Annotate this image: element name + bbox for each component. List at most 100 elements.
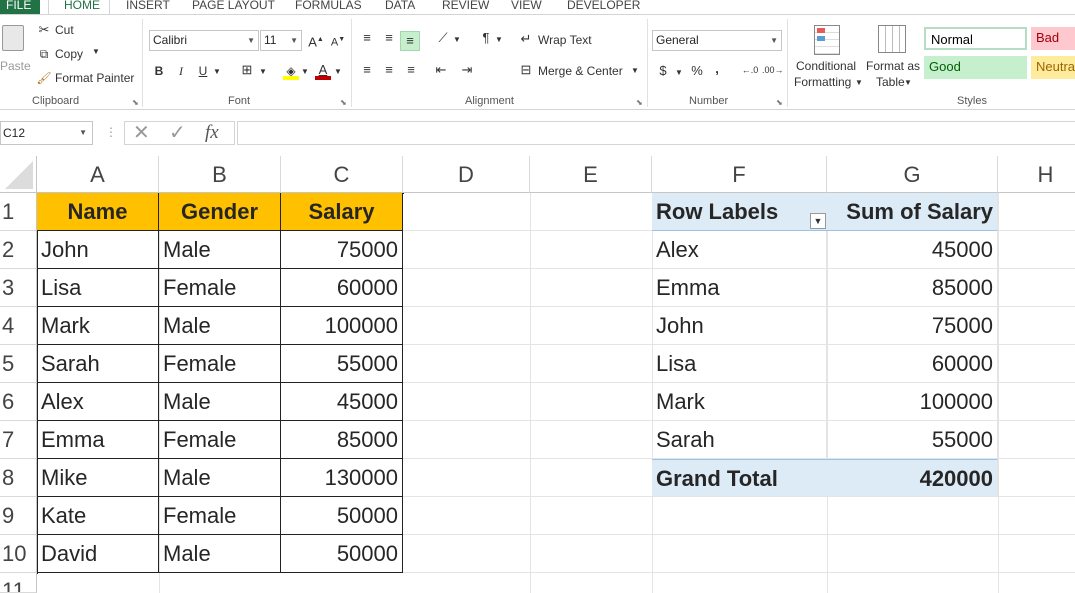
wrap-text-button[interactable]: ↵ Wrap Text <box>517 30 597 50</box>
style-good[interactable]: Good <box>924 56 1027 79</box>
chevron-down-icon[interactable]: ▼ <box>258 63 268 81</box>
merge-center-button[interactable]: ⊟ Merge & Center ▼ <box>517 61 641 81</box>
row-header-5[interactable]: 5 <box>0 345 37 383</box>
style-bad[interactable]: Bad <box>1031 27 1075 50</box>
table-cell[interactable]: 75000 <box>281 231 403 269</box>
tab-formulas[interactable]: FORMULAS <box>295 0 362 14</box>
table-cell[interactable]: 130000 <box>281 459 403 497</box>
underline-button[interactable]: U <box>196 62 210 80</box>
filter-dropdown-icon[interactable]: ▼ <box>810 213 826 229</box>
formula-input[interactable] <box>237 121 1075 145</box>
pivot-row-label[interactable]: John <box>652 307 827 345</box>
column-header-a[interactable]: A <box>37 156 159 193</box>
table-cell[interactable]: John <box>37 231 159 269</box>
tab-data[interactable]: DATA <box>385 0 415 14</box>
table-cell[interactable]: Mike <box>37 459 159 497</box>
column-header-h[interactable]: H <box>998 156 1075 193</box>
pivot-grand-total-label[interactable]: Grand Total <box>652 459 827 497</box>
row-header-9[interactable]: 9 <box>0 497 37 535</box>
table-cell[interactable]: Kate <box>37 497 159 535</box>
tab-file[interactable]: FILE <box>0 0 40 14</box>
format-as-table-button[interactable]: Format as Table ▼ <box>864 21 920 93</box>
row-header-7[interactable]: 7 <box>0 421 37 459</box>
chevron-down-icon[interactable]: ▼ <box>494 31 504 49</box>
align-top-icon[interactable]: ≡ <box>358 29 376 47</box>
pivot-header-row-labels[interactable]: Row Labels <box>652 193 827 231</box>
font-launcher-icon[interactable]: ⬊ <box>340 98 347 107</box>
table-cell[interactable]: Male <box>159 459 281 497</box>
cut-button[interactable]: ✂ Cut <box>36 21 96 39</box>
pivot-row-label[interactable]: Sarah <box>652 421 827 459</box>
pivot-row-value[interactable]: 85000 <box>827 269 998 307</box>
increase-decimal-icon[interactable]: ←.0 <box>740 61 760 79</box>
table-cell[interactable]: Alex <box>37 383 159 421</box>
table-cell[interactable]: Emma <box>37 421 159 459</box>
row-header-2[interactable]: 2 <box>0 231 37 269</box>
row-header-11[interactable]: 11 <box>0 573 37 593</box>
tab-developer[interactable]: DEVELOPER <box>567 0 640 14</box>
pivot-row-label[interactable]: Emma <box>652 269 827 307</box>
currency-icon[interactable]: $ <box>656 62 670 80</box>
row-header-8[interactable]: 8 <box>0 459 37 497</box>
align-bottom-icon[interactable]: ≡ <box>400 31 420 51</box>
table-cell[interactable]: Male <box>159 307 281 345</box>
column-header-f[interactable]: F <box>652 156 827 193</box>
table-header-gender[interactable]: Gender <box>159 193 281 231</box>
increase-indent-icon[interactable]: ⇥ <box>458 61 476 79</box>
copy-button[interactable]: ⧉ Copy ▼ <box>36 45 106 63</box>
row-header-4[interactable]: 4 <box>0 307 37 345</box>
table-cell[interactable]: 85000 <box>281 421 403 459</box>
increase-font-icon[interactable]: A▲ <box>308 31 324 51</box>
pivot-grand-total-value[interactable]: 420000 <box>827 459 998 497</box>
select-all-button[interactable] <box>0 156 37 193</box>
name-box[interactable]: C12 ▼ <box>0 121 93 145</box>
bold-button[interactable]: B <box>152 62 166 80</box>
fill-color-icon[interactable]: ◈ <box>283 62 299 80</box>
italic-button[interactable]: I <box>174 62 188 80</box>
table-cell[interactable]: 100000 <box>281 307 403 345</box>
format-painter-button[interactable]: 🖌 Format Painter <box>36 69 136 87</box>
chevron-down-icon[interactable]: ▼ <box>212 63 222 81</box>
column-header-g[interactable]: G <box>827 156 998 193</box>
pivot-row-label[interactable]: Mark <box>652 383 827 421</box>
align-left-icon[interactable]: ≡ <box>358 61 376 79</box>
column-header-c[interactable]: C <box>281 156 403 193</box>
table-header-name[interactable]: Name <box>37 193 159 231</box>
tab-review[interactable]: REVIEW <box>442 0 489 14</box>
pivot-row-label[interactable]: Alex <box>652 231 827 269</box>
table-cell[interactable]: Sarah <box>37 345 159 383</box>
table-cell[interactable]: Mark <box>37 307 159 345</box>
chevron-down-icon[interactable]: ▼ <box>674 64 684 82</box>
pivot-row-value[interactable]: 45000 <box>827 231 998 269</box>
chevron-down-icon[interactable]: ▼ <box>300 63 310 81</box>
table-cell[interactable]: 55000 <box>281 345 403 383</box>
table-cell[interactable]: 50000 <box>281 535 403 573</box>
table-cell[interactable]: Lisa <box>37 269 159 307</box>
table-cell[interactable]: Male <box>159 383 281 421</box>
text-direction-icon[interactable]: ¶ <box>477 29 495 47</box>
pivot-row-label[interactable]: Lisa <box>652 345 827 383</box>
decrease-decimal-icon[interactable]: .00→ <box>762 61 784 79</box>
insert-function-icon[interactable]: fx <box>205 122 219 144</box>
row-header-10[interactable]: 10 <box>0 535 37 573</box>
pivot-row-value[interactable]: 60000 <box>827 345 998 383</box>
column-header-d[interactable]: D <box>403 156 530 193</box>
table-cell[interactable]: Female <box>159 497 281 535</box>
pivot-row-value[interactable]: 75000 <box>827 307 998 345</box>
alignment-launcher-icon[interactable]: ⬊ <box>636 98 643 107</box>
font-color-icon[interactable]: A <box>315 61 331 80</box>
cancel-icon[interactable]: ✕ <box>133 122 150 144</box>
table-cell[interactable]: Male <box>159 231 281 269</box>
decrease-font-icon[interactable]: A▼ <box>330 31 346 52</box>
row-header-6[interactable]: 6 <box>0 383 37 421</box>
tab-view[interactable]: VIEW <box>511 0 542 14</box>
style-neutral[interactable]: Neutra <box>1031 56 1075 79</box>
chevron-down-icon[interactable]: ▼ <box>452 31 462 49</box>
tab-home[interactable]: HOME <box>48 0 110 14</box>
table-header-salary[interactable]: Salary <box>281 193 403 231</box>
chevron-down-icon[interactable]: ▼ <box>333 63 343 81</box>
clipboard-launcher-icon[interactable]: ⬊ <box>132 98 139 107</box>
align-center-icon[interactable]: ≡ <box>380 61 398 79</box>
align-middle-icon[interactable]: ≡ <box>380 29 398 47</box>
number-launcher-icon[interactable]: ⬊ <box>776 98 783 107</box>
